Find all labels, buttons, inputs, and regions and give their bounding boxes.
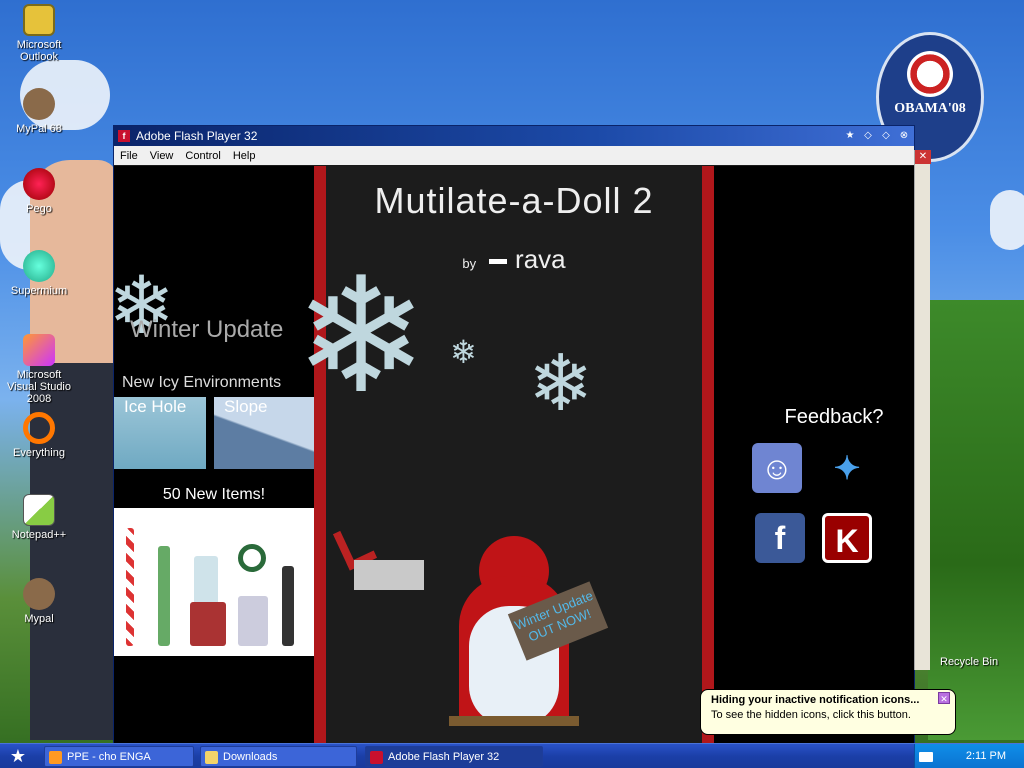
new-items-preview — [114, 508, 318, 656]
browser-icon — [49, 751, 62, 764]
start-button[interactable]: ★ — [0, 744, 36, 768]
feedback-label: Feedback? — [784, 406, 884, 428]
doll-body — [354, 560, 424, 590]
desktop-icon-label: MyPal 68 — [16, 123, 62, 135]
desktop-hills — [928, 300, 1024, 740]
side-close-button[interactable]: ✕ — [915, 150, 931, 164]
window-titlebar[interactable]: f Adobe Flash Player 32 ★ ◇ ◇ ⊗ — [114, 126, 914, 146]
new-items-label: 50 New Items! — [162, 486, 266, 503]
desktop-icon-visual-studio[interactable]: Microsoft Visual Studio 2008 — [4, 334, 74, 405]
desktop-icon-label: Everything — [13, 447, 65, 459]
menu-help[interactable]: Help — [227, 150, 262, 162]
taskbar-item-label: PPE - cho ENGA — [67, 751, 151, 763]
menu-bar: File View Control Help — [114, 146, 914, 165]
taskbar: ★ PPE - cho ENGA Downloads Adobe Flash P… — [0, 743, 1024, 768]
pego-icon — [23, 168, 55, 200]
desktop-icon-label: Microsoft Outlook — [16, 39, 62, 63]
rava-logo-icon — [488, 259, 507, 265]
star-icon — [238, 596, 268, 646]
wreath-icon — [238, 544, 266, 572]
taskbar-item-label: Adobe Flash Player 32 — [388, 751, 500, 763]
taskbar-item-ppe[interactable]: PPE - cho ENGA — [44, 746, 194, 767]
desktop-icon-everything[interactable]: Everything — [4, 412, 74, 459]
desktop-icon-supermium[interactable]: Supermium — [4, 250, 74, 297]
icy-environments-label: New Icy Environments — [122, 374, 282, 391]
flash-player-window[interactable]: f Adobe Flash Player 32 ★ ◇ ◇ ⊗ File Vie… — [113, 125, 915, 746]
minimize-button[interactable]: ◇ — [860, 129, 876, 143]
game-title: Mutilate-a-Doll 2 — [374, 180, 654, 221]
desktop-icon-label: Microsoft Visual Studio 2008 — [6, 369, 71, 405]
star-icon[interactable]: ★ — [842, 129, 858, 143]
notification-balloon[interactable]: Hiding your inactive notification icons.… — [700, 689, 956, 735]
bottle-icon — [158, 546, 170, 646]
game-stage[interactable]: ❄ Winter Update New Icy Environments Ice… — [114, 166, 914, 746]
chimney-icon — [190, 602, 226, 646]
candy-cane-icon — [126, 528, 134, 646]
desktop-icon-label: Pego — [26, 203, 52, 215]
desktop-cloud — [990, 190, 1024, 250]
desktop-icon-pego[interactable]: Pego — [4, 168, 74, 215]
menu-file[interactable]: File — [114, 150, 144, 162]
visual-studio-icon — [23, 334, 55, 366]
taskbar-item-downloads[interactable]: Downloads — [200, 746, 357, 767]
desktop-icon-mypal68[interactable]: MyPal 68 — [4, 88, 74, 135]
balloon-close-button[interactable]: ✕ — [938, 692, 950, 704]
outlook-icon — [23, 4, 55, 36]
snowflake-icon: ❄ — [294, 246, 429, 425]
system-tray: 2:11 PM — [914, 744, 1024, 768]
by-label: by — [462, 256, 477, 271]
recycle-bin-label[interactable]: Recycle Bin — [940, 656, 998, 668]
obama-logo-icon — [907, 51, 953, 97]
desktop-icon-label: Mypal — [24, 613, 54, 625]
facebook-icon[interactable]: f — [755, 513, 805, 563]
winter-update-heading: Winter Update — [130, 316, 284, 343]
snowman-bench — [449, 716, 579, 726]
doll-character[interactable] — [332, 521, 442, 606]
folder-icon — [205, 751, 218, 764]
clock[interactable]: 2:11 PM — [966, 750, 1006, 762]
everything-icon — [23, 412, 55, 444]
mypal-icon — [23, 578, 55, 610]
twitter-icon[interactable]: ✦ — [822, 443, 872, 493]
snowflake-icon: ❄ — [528, 339, 594, 427]
close-button[interactable]: ⊗ — [896, 129, 912, 143]
ice-hole-thumbnail: Ice Hole — [114, 397, 206, 469]
snowflake-icon: ❄ — [450, 334, 477, 370]
supermium-icon — [23, 250, 55, 282]
desktop-icon-outlook[interactable]: Microsoft Outlook — [4, 4, 74, 63]
desktop-icon-label: Notepad++ — [11, 529, 67, 541]
menu-control[interactable]: Control — [179, 150, 226, 162]
menu-view[interactable]: View — [144, 150, 180, 162]
window-title: Adobe Flash Player 32 — [136, 129, 258, 143]
side-scrollbar[interactable]: ✕ — [914, 150, 931, 670]
notepad-plus-plus-icon — [23, 494, 55, 526]
taskbar-item-flash[interactable]: Adobe Flash Player 32 — [365, 746, 543, 767]
balloon-title: Hiding your inactive notification icons.… — [711, 694, 920, 706]
desktop-icon-label: Supermium — [10, 285, 68, 297]
taskbar-item-label: Downloads — [223, 751, 278, 763]
keyboard-icon[interactable] — [919, 752, 933, 762]
mypal-icon — [23, 88, 55, 120]
kongregate-icon[interactable]: K — [822, 513, 872, 563]
discord-icon[interactable]: ☺ — [752, 443, 802, 493]
obama-badge-text: OBAMA'08 — [894, 101, 966, 116]
lamp-icon — [282, 566, 294, 646]
flash-icon: f — [118, 130, 130, 142]
desktop-icon-mypal[interactable]: Mypal — [4, 578, 74, 625]
author-name: rava — [515, 244, 566, 274]
maximize-button[interactable]: ◇ — [878, 129, 894, 143]
balloon-body: To see the hidden icons, click this butt… — [711, 709, 911, 721]
flash-icon — [370, 751, 383, 764]
desktop-icon-notepadpp[interactable]: Notepad++ — [4, 494, 74, 541]
